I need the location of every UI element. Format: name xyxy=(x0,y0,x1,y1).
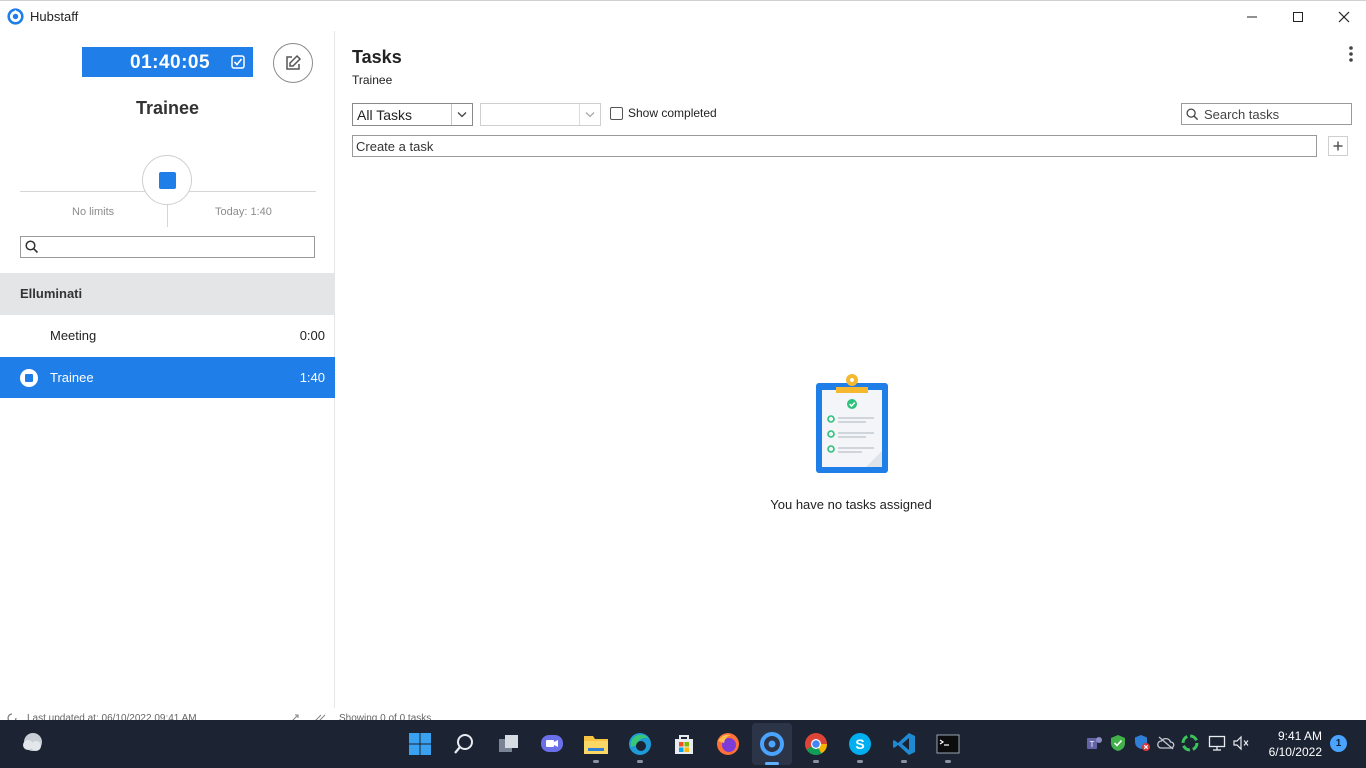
active-app-indicator xyxy=(765,762,779,765)
svg-text:S: S xyxy=(855,736,864,752)
weather-icon[interactable] xyxy=(20,731,46,753)
task-filter-value: All Tasks xyxy=(357,107,412,123)
security-check-tray-icon[interactable] xyxy=(1109,734,1127,752)
file-explorer-icon[interactable] xyxy=(582,730,610,758)
title-bar: Hubstaff xyxy=(0,0,1366,31)
project-label: Meeting xyxy=(50,328,97,343)
maximize-button[interactable] xyxy=(1275,1,1321,32)
secondary-filter-select[interactable] xyxy=(480,103,601,126)
network-tray-icon[interactable] xyxy=(1208,734,1226,752)
notification-badge[interactable]: 1 xyxy=(1330,735,1347,752)
close-button[interactable] xyxy=(1321,1,1366,32)
running-indicator xyxy=(945,760,951,763)
store-icon[interactable] xyxy=(670,730,698,758)
divider xyxy=(451,104,452,125)
hubstaff-taskbar-icon[interactable] xyxy=(758,730,786,758)
terminal-icon[interactable] xyxy=(934,730,962,758)
stop-icon xyxy=(25,374,33,382)
windows-taskbar: S T 9:41 AM 6/10/2022 1 xyxy=(0,720,1366,768)
svg-text:T: T xyxy=(1090,740,1095,749)
project-label: Trainee xyxy=(50,370,94,385)
vscode-icon[interactable] xyxy=(890,730,918,758)
checkbox[interactable] xyxy=(610,106,623,120)
show-completed-label: Show completed xyxy=(628,106,717,120)
page-title: Tasks xyxy=(352,47,402,67)
volume-muted-tray-icon[interactable] xyxy=(1232,734,1250,752)
search-icon xyxy=(1186,108,1199,121)
current-project-name: Trainee xyxy=(135,98,200,118)
create-task-input[interactable]: Create a task xyxy=(352,135,1317,157)
chat-icon[interactable] xyxy=(538,730,566,758)
search-icon xyxy=(25,240,39,254)
search-tasks-input[interactable]: Search tasks xyxy=(1181,103,1352,125)
chevron-down-icon xyxy=(457,112,467,118)
running-indicator xyxy=(593,760,599,763)
onedrive-tray-icon[interactable] xyxy=(1157,734,1175,752)
today-total-label: Today: 1:40 xyxy=(215,206,272,218)
task-view-icon[interactable] xyxy=(495,730,523,758)
more-options-icon[interactable] xyxy=(1346,44,1356,64)
recycle-tray-icon[interactable] xyxy=(1181,734,1199,752)
project-time: 0:00 xyxy=(299,328,325,343)
chevron-down-icon xyxy=(585,112,595,118)
clock-time: 9:41 AM xyxy=(1277,729,1322,743)
tasks-panel: Tasks Trainee All Tasks Show completed S… xyxy=(336,31,1366,708)
timer-panel: 01:40:05 Trainee No limits Today: 1:40 E… xyxy=(0,31,335,708)
checkbox-icon[interactable] xyxy=(231,55,245,69)
clipboard-illustration xyxy=(816,374,888,473)
defender-tray-icon[interactable] xyxy=(1133,734,1151,752)
organization-name: Elluminati xyxy=(20,286,83,301)
divider xyxy=(579,104,580,125)
running-indicator xyxy=(901,760,907,763)
project-row-meeting[interactable]: Meeting 0:00 xyxy=(0,315,335,356)
add-task-button[interactable] xyxy=(1328,136,1348,156)
running-indicator xyxy=(857,760,863,763)
project-row-trainee[interactable]: Trainee 1:40 xyxy=(0,357,335,398)
timer-display: 01:40:05 xyxy=(82,47,253,77)
stop-timer-button[interactable] xyxy=(142,155,192,205)
edit-note-button[interactable] xyxy=(273,43,313,83)
window-title: Hubstaff xyxy=(30,9,79,24)
system-clock[interactable]: 9:41 AM 6/10/2022 xyxy=(1258,728,1322,760)
start-icon[interactable] xyxy=(406,730,434,758)
edge-browser-icon[interactable] xyxy=(626,730,654,758)
search-tasks-placeholder: Search tasks xyxy=(1204,107,1280,122)
create-task-placeholder: Create a task xyxy=(356,139,434,154)
minimize-button[interactable] xyxy=(1229,1,1275,32)
running-indicator xyxy=(637,760,643,763)
empty-state-message: You have no tasks assigned xyxy=(770,497,932,512)
plus-icon xyxy=(1333,141,1343,151)
show-completed-checkbox[interactable]: Show completed xyxy=(610,106,717,120)
project-search-input[interactable] xyxy=(20,236,315,258)
search-icon[interactable] xyxy=(450,730,478,758)
task-filter-select[interactable]: All Tasks xyxy=(352,103,473,126)
project-time: 1:40 xyxy=(299,370,325,385)
chrome-icon[interactable] xyxy=(802,730,830,758)
firefox-icon[interactable] xyxy=(714,730,742,758)
limits-label: No limits xyxy=(72,206,115,218)
running-indicator xyxy=(813,760,819,763)
stop-icon xyxy=(158,171,176,189)
hubstaff-logo-icon xyxy=(7,8,24,25)
clock-date: 6/10/2022 xyxy=(1268,745,1322,759)
page-subtitle: Trainee xyxy=(352,73,393,87)
timer-value: 01:40:05 xyxy=(130,52,211,73)
edit-icon xyxy=(286,54,302,70)
stop-project-button[interactable] xyxy=(20,369,38,387)
skype-icon[interactable]: S xyxy=(846,730,874,758)
organization-header: Elluminati xyxy=(0,273,335,315)
teams-tray-icon[interactable]: T xyxy=(1085,734,1103,752)
